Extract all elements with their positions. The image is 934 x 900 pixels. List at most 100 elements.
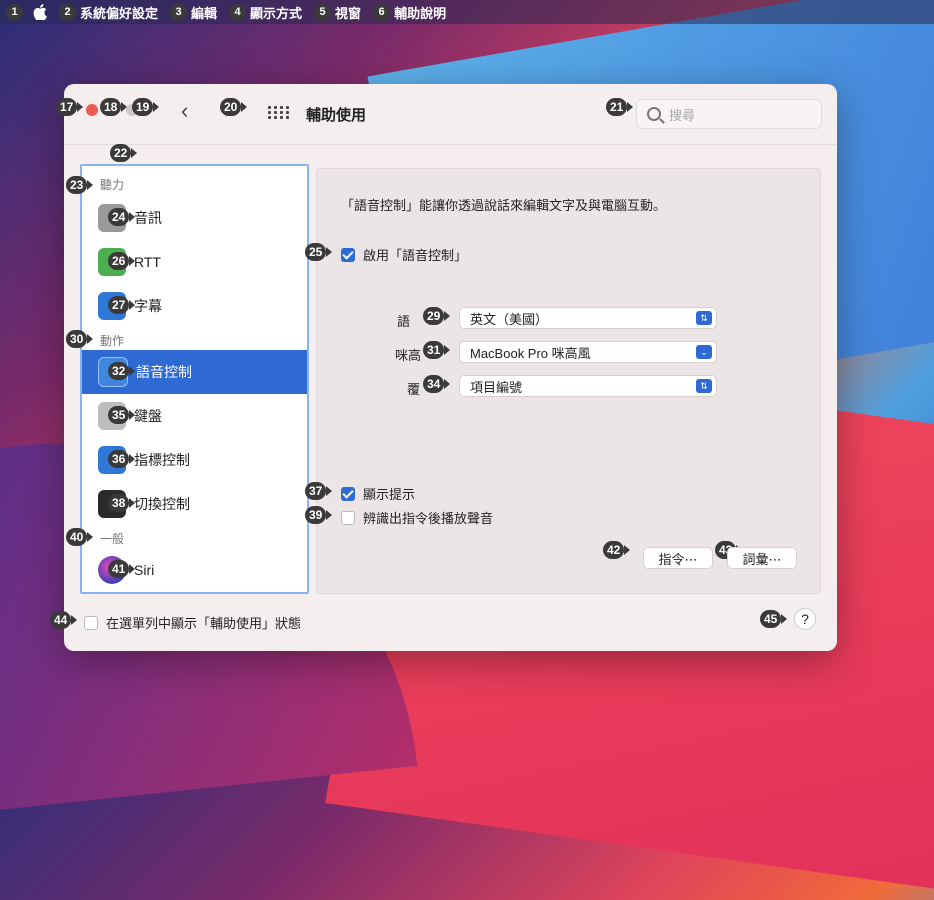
button-label: 指令⋯ xyxy=(658,551,698,567)
enable-voice-control-checkbox[interactable] xyxy=(341,247,355,262)
microphone-value: MacBook Pro 咪高風 xyxy=(470,345,591,361)
badge: 35 xyxy=(108,406,136,424)
apple-menu[interactable]: 1 xyxy=(6,3,47,21)
menu-label: 編輯 xyxy=(191,5,218,21)
menu-label: 輔助說明 xyxy=(394,5,447,21)
sidebar-section-motor: 動作 xyxy=(100,332,124,349)
badge: 44 xyxy=(50,611,78,629)
badge: 24 xyxy=(108,208,136,226)
checkbox-label: 顯示提示 xyxy=(363,487,416,502)
badge: 3 xyxy=(170,3,188,21)
search-field[interactable]: 搜尋 xyxy=(636,99,822,129)
menu-edit[interactable]: 3 編輯 xyxy=(170,3,217,22)
badge: 17 xyxy=(56,98,84,116)
section-label: 聽力 xyxy=(100,178,125,192)
checkbox-label: 在選單列中顯示「輔助使用」狀態 xyxy=(106,616,302,631)
sidebar-section-general: 一般 xyxy=(100,530,124,547)
badge: 45 xyxy=(760,610,788,628)
badge: 22 xyxy=(110,144,138,162)
overlay-select[interactable]: 項目編號 ⇅ xyxy=(459,375,717,397)
show-all-grid-icon[interactable] xyxy=(268,106,289,120)
play-sound-row[interactable]: 辨識出指令後播放聲音 xyxy=(341,508,493,527)
play-sound-checkbox[interactable] xyxy=(341,510,355,525)
section-label: 一般 xyxy=(100,532,125,546)
accessibility-window: 17 18 19 ‹ › 20 輔助使用 21 搜尋 22 聽力 音訊 xyxy=(50,84,837,651)
language-label: 語 xyxy=(397,314,411,329)
badge: 31 xyxy=(423,341,451,359)
show-hints-checkbox[interactable] xyxy=(341,486,355,501)
button-label: 詞彙⋯ xyxy=(742,551,782,567)
voice-control-description: 「語音控制」能讓你透過說話來編輯文字及與電腦互動。 xyxy=(341,198,667,213)
help-button[interactable]: ? xyxy=(794,608,816,630)
badge: 37 xyxy=(305,482,333,500)
badge: 40 xyxy=(66,528,94,546)
sidebar-item-label: 語音控制 xyxy=(136,364,192,380)
language-select[interactable]: 英文（美國） ⇅ xyxy=(459,307,717,329)
badge: 41 xyxy=(108,560,136,578)
menu-help[interactable]: 6 輔助說明 xyxy=(373,3,446,22)
badge: 36 xyxy=(108,450,136,468)
updown-chevron-icon: ⇅ xyxy=(696,311,712,325)
sidebar-item-label: Siri xyxy=(134,562,155,578)
apple-icon xyxy=(33,4,47,20)
search-placeholder: 搜尋 xyxy=(669,107,696,123)
badge: 1 xyxy=(6,3,23,21)
menu-label: 顯示方式 xyxy=(250,5,303,21)
enable-voice-control-row[interactable]: 啟用「語音控制」 xyxy=(341,245,467,264)
badge: 29 xyxy=(423,307,451,325)
menu-view[interactable]: 4 顯示方式 xyxy=(229,3,302,22)
back-button[interactable]: ‹ xyxy=(181,98,188,124)
language-value: 英文（美國） xyxy=(470,311,549,327)
sidebar-item-label: RTT xyxy=(134,254,161,270)
menu-bar: 1 2 系統偏好設定 3 編輯 4 顯示方式 5 視窗 6 輔助說明 xyxy=(0,0,934,24)
badge: 39 xyxy=(305,506,333,524)
vocabulary-button[interactable]: 詞彙⋯ xyxy=(727,547,797,569)
sidebar-item-label: 指標控制 xyxy=(134,452,190,468)
badge: 42 xyxy=(603,541,631,559)
badge: 30 xyxy=(66,330,94,348)
badge: 23 xyxy=(66,176,94,194)
title-bar: 17 18 19 ‹ › 20 輔助使用 21 搜尋 xyxy=(56,84,837,145)
badge: 6 xyxy=(373,3,391,21)
commands-button[interactable]: 指令⋯ xyxy=(643,547,713,569)
show-in-menu-bar-row[interactable]: 在選單列中顯示「輔助使用」狀態 xyxy=(84,613,301,632)
voice-control-panel: 「語音控制」能讓你透過說話來編輯文字及與電腦互動。 25 啟用「語音控制」 語 … xyxy=(305,168,821,594)
menu-label: 系統偏好設定 xyxy=(80,5,159,21)
overlay-value: 項目編號 xyxy=(470,379,523,395)
badge: 21 xyxy=(606,98,634,116)
badge: 19 xyxy=(132,98,160,116)
badge: 26 xyxy=(108,252,136,270)
badge: 34 xyxy=(423,375,451,393)
sidebar-section-hearing: 聽力 xyxy=(100,176,124,193)
badge: 5 xyxy=(314,3,332,21)
badge: 38 xyxy=(108,494,136,512)
overlay-label: 覆 xyxy=(407,382,421,397)
menu-window[interactable]: 5 視窗 xyxy=(314,3,361,22)
checkbox-label: 啟用「語音控制」 xyxy=(363,248,468,263)
sidebar-item-label: 鍵盤 xyxy=(134,408,162,424)
badge: 2 xyxy=(59,3,76,21)
search-icon xyxy=(647,107,661,121)
badge: 25 xyxy=(305,243,333,261)
microphone-select[interactable]: MacBook Pro 咪高風 ⌄ xyxy=(459,341,717,363)
menu-label: 視窗 xyxy=(335,5,362,21)
checkbox-label: 辨識出指令後播放聲音 xyxy=(363,511,494,526)
help-icon: ? xyxy=(801,611,809,627)
show-hints-row[interactable]: 顯示提示 xyxy=(341,484,415,503)
updown-chevron-icon: ⇅ xyxy=(696,379,712,393)
show-in-menu-bar-checkbox[interactable] xyxy=(84,615,98,630)
badge: 20 xyxy=(220,98,248,116)
section-label: 動作 xyxy=(100,334,125,348)
window-title: 輔助使用 xyxy=(306,107,367,124)
sidebar-item-label: 切換控制 xyxy=(134,496,190,512)
badge: 32 xyxy=(108,362,136,380)
chevron-down-icon: ⌄ xyxy=(696,345,712,359)
badge: 18 xyxy=(100,98,128,116)
sidebar-item-label: 字幕 xyxy=(134,298,162,314)
menu-system-preferences[interactable]: 2 系統偏好設定 xyxy=(59,3,158,22)
close-button[interactable] xyxy=(86,104,98,116)
sidebar-item-label: 音訊 xyxy=(134,210,162,226)
microphone-label: 咪高 xyxy=(395,348,422,363)
badge: 4 xyxy=(229,3,247,21)
badge: 27 xyxy=(108,296,136,314)
